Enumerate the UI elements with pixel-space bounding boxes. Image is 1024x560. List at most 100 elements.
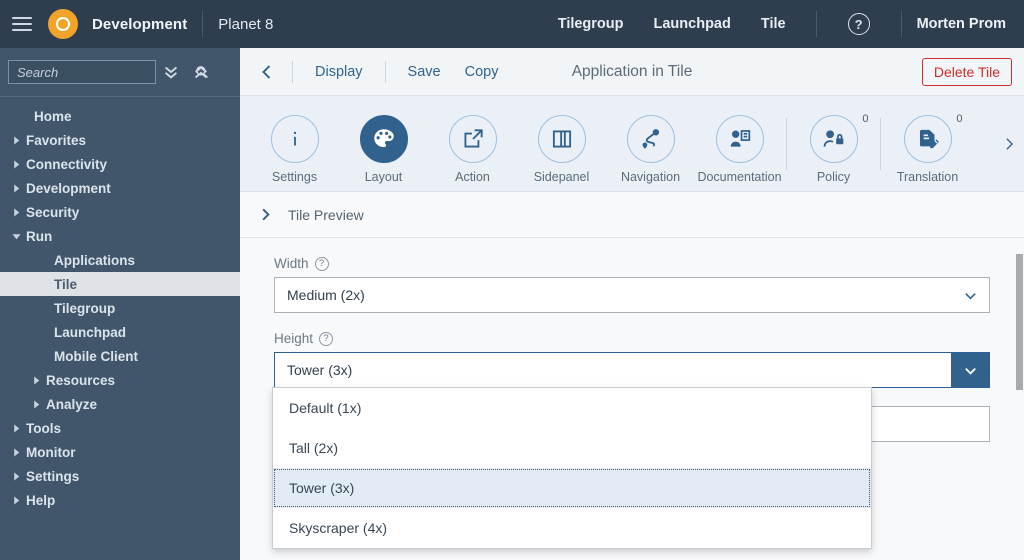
sidebar-item-label: Applications [54,252,136,268]
action-divider-1 [292,60,293,83]
header-link-tile[interactable]: Tile [746,16,801,32]
sidebar-item-home[interactable]: Home [0,104,240,128]
tab-next-icon[interactable] [994,137,1024,151]
chevron-right-icon [258,207,284,222]
delete-tile-button[interactable]: Delete Tile [921,57,1012,86]
icon-tab-sidepanel[interactable]: Sidepanel [517,103,606,184]
dropdown-option[interactable]: Tower (3x) [273,468,871,508]
sidebar-item-label: Launchpad [54,324,127,340]
icon-tab-policy[interactable]: 0 Policy [789,103,878,184]
person-doc-icon [715,115,764,163]
copy-button[interactable]: Copy [453,64,511,80]
icon-tab-documentation[interactable]: Documentation [695,103,784,184]
menu-hamburger-icon[interactable] [0,0,44,48]
chevron-right-icon[interactable] [8,207,24,217]
user-name[interactable]: Morten Prom [917,16,1024,32]
width-help-icon[interactable]: ? [314,256,329,271]
sidebar-item-tools[interactable]: Tools [0,416,240,440]
height-chevron-down-icon[interactable] [951,353,989,387]
sidebar-item-development[interactable]: Development [0,176,240,200]
height-dropdown-list[interactable]: Default (1x) Tall (2x) Tower (3x) Skyscrape… [272,387,872,549]
sidebar-item-launchpad[interactable]: Launchpad [0,320,240,344]
chevron-right-icon[interactable] [8,135,24,145]
chevron-right-icon[interactable] [28,375,44,385]
icon-tab-settings[interactable]: Settings [250,103,339,184]
sidebar-item-settings[interactable]: Settings [0,464,240,488]
chevron-right-icon[interactable] [8,495,24,505]
height-help-icon[interactable]: ? [319,331,334,346]
save-button[interactable]: Save [396,64,453,80]
chevron-right-icon[interactable] [28,399,44,409]
help-icon[interactable]: ? [847,13,870,35]
dropdown-option[interactable]: Tall (2x) [273,428,871,468]
sidebar-item-label: Connectivity [26,156,108,172]
icon-tab-label: Documentation [697,170,782,184]
chevron-right-icon[interactable] [8,447,24,457]
icon-tab-badge: 0 [956,113,963,125]
dropdown-option[interactable]: Default (1x) [273,388,871,428]
header-divider [202,11,204,37]
width-select-box[interactable]: Medium (2x) [274,277,990,313]
height-select[interactable]: Tower (3x) [274,352,990,388]
sidebar-item-label: Tile [54,276,78,292]
chevron-right-icon[interactable] [8,423,24,433]
width-select-value: Medium (2x) [287,287,365,303]
main-area: Display Save Copy Application in Tile De… [240,48,1024,560]
dropdown-option[interactable]: Skyscraper (4x) [273,508,871,548]
width-chevron-down-icon[interactable] [951,278,989,312]
width-label-text: Width [274,256,309,271]
icon-tab-label: Layout [364,170,403,184]
chevron-down-icon[interactable] [8,232,24,241]
width-field-label: Width ? [274,256,990,271]
expand-all-icon[interactable] [156,57,186,87]
sidebar-item-label: Favorites [26,132,87,148]
sidebar-item-label: Monitor [26,444,76,460]
sidebar: Home Favorites Connectivity Development Secu… [0,48,240,560]
sidebar-item-analyze[interactable]: Analyze [0,392,240,416]
collapse-all-icon[interactable] [186,57,216,87]
icon-tab-divider [880,117,881,170]
chevron-right-icon[interactable] [8,471,24,481]
sidebar-item-label: Security [26,204,80,220]
action-bar: Display Save Copy Application in Tile De… [240,48,1024,96]
sidebar-item-tilegroup[interactable]: Tilegroup [0,296,240,320]
sidebar-item-help[interactable]: Help [0,488,240,512]
sidebar-item-monitor[interactable]: Monitor [0,440,240,464]
display-button[interactable]: Display [303,64,375,80]
sidebar-item-tile[interactable]: Tile [0,272,240,296]
header-link-launchpad[interactable]: Launchpad [639,16,746,32]
tile-preview-section[interactable]: Tile Preview [240,192,1024,238]
chevron-right-icon[interactable] [8,183,24,193]
sidebar-item-resources[interactable]: Resources [0,368,240,392]
icon-tab-translation[interactable]: 0 Translation [883,103,972,184]
content-scrollbar[interactable] [1014,192,1024,560]
sidebar-item-run[interactable]: Run [0,224,240,248]
shell-header: Development Planet 8 Tilegroup Launchpad… [0,0,1024,48]
sidebar-item-connectivity[interactable]: Connectivity [0,152,240,176]
icon-tab-navigation[interactable]: Navigation [606,103,695,184]
search-box[interactable] [8,60,208,84]
icon-tab-bar: Settings Layout Action Sidepanel Navigation D… [240,96,1024,196]
header-link-tilegroup[interactable]: Tilegroup [543,16,639,32]
back-icon[interactable] [252,57,282,87]
height-select-value: Tower (3x) [287,362,353,378]
sidebar-item-favorites[interactable]: Favorites [0,128,240,152]
palette-icon [359,115,408,163]
icon-tab-label: Navigation [620,170,681,184]
scrollbar-thumb[interactable] [1016,254,1023,390]
sidebar-item-label: Resources [46,372,116,388]
icon-tab-action[interactable]: Action [428,103,517,184]
icon-tab-label: Action [455,170,490,184]
icon-tab-label: Translation [896,170,959,184]
icon-tab-layout[interactable]: Layout [339,103,428,196]
height-select-box[interactable]: Tower (3x) [274,352,990,388]
columns-icon [537,115,586,163]
chevron-right-icon[interactable] [8,159,24,169]
share-icon [448,115,497,163]
icon-tab-label: Policy [816,170,851,184]
sidebar-item-security[interactable]: Security [0,200,240,224]
width-select[interactable]: Medium (2x) [274,277,990,313]
sidebar-item-label: Development [26,180,111,196]
sidebar-item-mobile-client[interactable]: Mobile Client [0,344,240,368]
sidebar-item-applications[interactable]: Applications [0,248,240,272]
